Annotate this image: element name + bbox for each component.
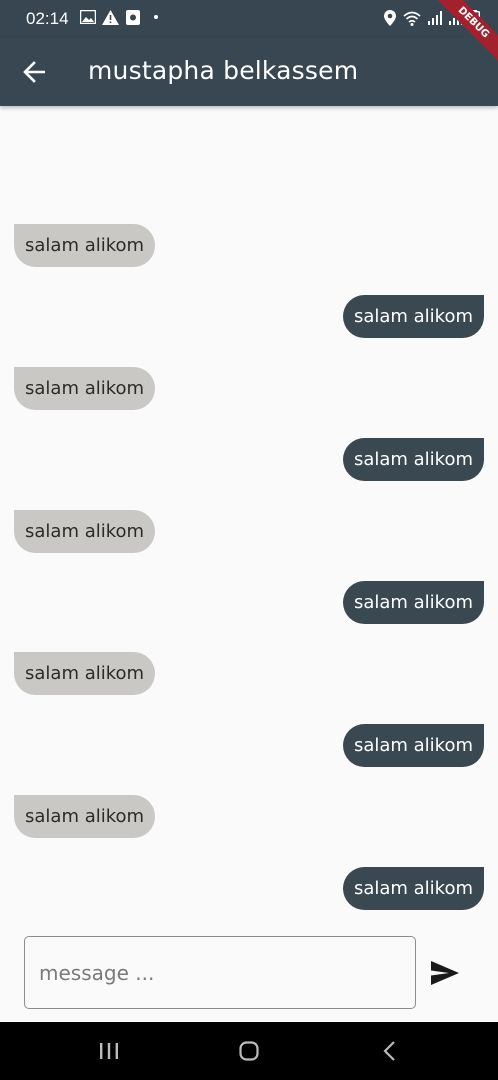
gallery-icon [79,8,97,26]
wifi-icon [403,11,421,26]
status-bar: 02:14 [0,0,498,38]
app-icon [124,8,142,26]
message-bubble-sent: salam alikom [342,724,484,767]
message-bubble-received: salam alikom [14,510,156,553]
home-icon [239,1041,259,1061]
back-icon [383,1041,395,1061]
message-bubble-received: salam alikom [14,224,156,267]
message-input[interactable] [24,936,416,1009]
recents-button[interactable] [89,1036,129,1066]
message-list[interactable]: salam alikom salam alikom salam alikom s… [0,106,498,926]
system-nav-bar [0,1022,498,1080]
composer [0,926,498,1022]
message-bubble-sent: salam alikom [342,581,484,624]
warning-icon [101,8,119,26]
recents-icon [100,1043,118,1059]
send-icon [431,961,459,985]
chat-title: mustapha belkassem [88,56,359,85]
signal-icon [428,11,442,25]
message-bubble-sent: salam alikom [342,438,484,481]
back-button[interactable] [14,52,54,92]
message-bubble-received: salam alikom [14,367,156,410]
send-button[interactable] [426,954,464,992]
home-button[interactable] [229,1036,269,1066]
nav-back-button[interactable] [369,1036,409,1066]
message-bubble-received: salam alikom [14,795,156,838]
message-bubble-sent: salam alikom [342,867,484,910]
app-bar: mustapha belkassem [0,38,498,106]
dot-icon [147,8,165,26]
message-bubble-received: salam alikom [14,652,156,695]
message-bubble-sent: salam alikom [342,295,484,338]
arrow-back-icon [23,61,45,83]
location-icon [384,10,396,26]
status-time: 02:14 [26,9,69,28]
